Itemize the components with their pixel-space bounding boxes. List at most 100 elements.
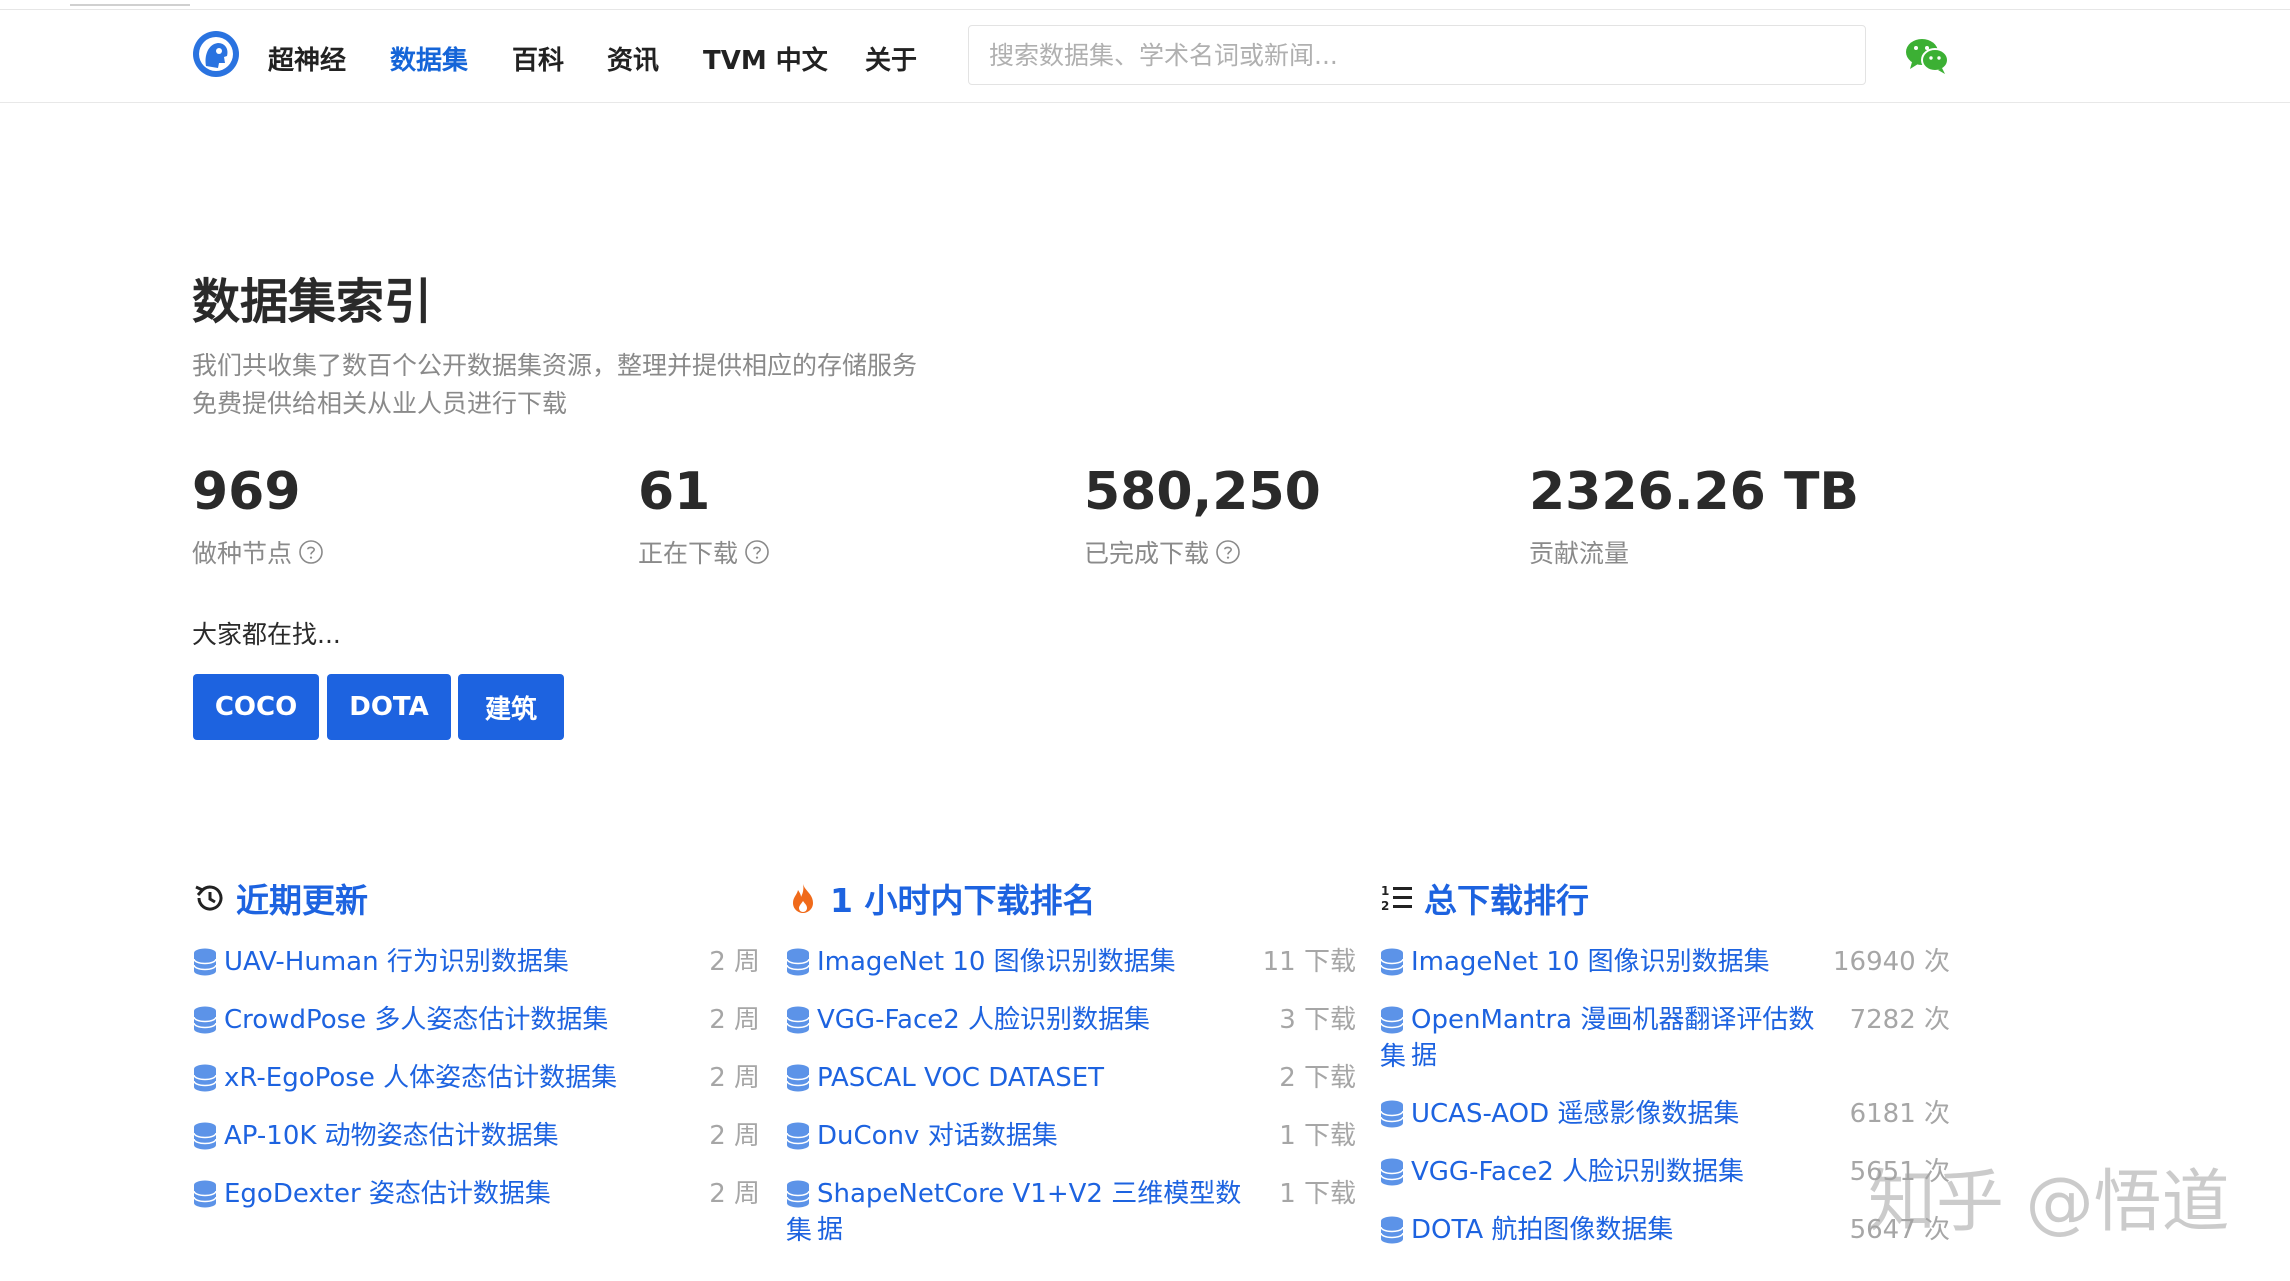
stat-traffic-label: 贡献流量	[1529, 534, 1629, 570]
item-meta: 2 周	[709, 947, 760, 977]
stat-label-text: 贡献流量	[1529, 539, 1630, 568]
page-subtitle-line-1: 我们共收集了数百个公开数据集资源，整理并提供相应的存储服务	[192, 351, 918, 380]
dataset-link[interactable]: CrowdPose 多人姿态估计数据集	[224, 1002, 608, 1038]
database-icon	[786, 1122, 810, 1150]
help-circle-icon[interactable]	[744, 539, 770, 565]
dataset-link[interactable]: EgoDexter 姿态估计数据集	[224, 1176, 551, 1212]
database-icon	[1380, 948, 1404, 976]
stat-completed-value: 580,250	[1084, 462, 1321, 522]
help-circle-icon[interactable]	[298, 539, 324, 565]
browser-top-strip	[0, 0, 2290, 10]
list-item[interactable]: UCAS-AOD 遥感影像数据集	[1380, 1096, 1840, 1132]
fire-icon	[793, 884, 813, 913]
ranking-list-icon: 12	[1381, 884, 1412, 913]
item-meta: 2 周	[709, 1121, 760, 1151]
page-subtitle-line-2: 免费提供给相关从业人员进行下载	[192, 389, 568, 418]
nav-item-wiki[interactable]: 百科	[512, 40, 564, 77]
list-item[interactable]: AP-10K 动物姿态估计数据集	[193, 1118, 643, 1154]
wechat-icon[interactable]	[1904, 36, 1950, 76]
list-item[interactable]: DuConv 对话数据集	[786, 1118, 1256, 1154]
database-icon	[193, 1064, 217, 1092]
hyperai-logo-icon[interactable]	[192, 30, 240, 78]
list-item[interactable]: UAV-Human 行为识别数据集	[193, 944, 643, 980]
list-item-wrap[interactable]: 集	[1380, 1039, 1840, 1075]
database-icon	[786, 1180, 810, 1208]
stat-traffic-value: 2326.26 TB	[1529, 462, 1860, 522]
section-title-text: 近期更新	[236, 881, 368, 920]
list-item[interactable]: EgoDexter 姿态估计数据集	[193, 1176, 643, 1212]
list-item[interactable]: CrowdPose 多人姿态估计数据集	[193, 1002, 643, 1038]
dataset-link[interactable]: UAV-Human 行为识别数据集	[224, 944, 569, 980]
dataset-link[interactable]: DOTA 航拍图像数据集	[1411, 1212, 1673, 1248]
stat-label-text: 正在下载	[638, 539, 739, 568]
section-title-hourly: 1 小时内下载排名	[786, 874, 1095, 922]
dataset-link[interactable]: DuConv 对话数据集	[817, 1118, 1058, 1154]
list-item[interactable]: ImageNet 10 图像识别数据集	[1380, 944, 1840, 980]
dataset-link-continued[interactable]: 集	[1380, 1039, 1406, 1075]
section-title-total: 12 总下载排行	[1380, 874, 1589, 922]
item-meta: 6181 次	[1849, 1099, 1950, 1129]
list-item[interactable]: DOTA 航拍图像数据集	[1380, 1212, 1840, 1248]
stat-label-text: 做种节点	[192, 539, 293, 568]
page-title: 数据集索引	[192, 274, 433, 330]
item-meta: 2 周	[709, 1005, 760, 1035]
item-meta: 11 下载	[1262, 947, 1356, 977]
database-icon	[786, 1006, 810, 1034]
database-icon	[1380, 1158, 1404, 1186]
database-icon	[193, 1006, 217, 1034]
tab-stub	[70, 0, 190, 6]
database-icon	[1380, 1006, 1404, 1034]
item-meta: 2 下载	[1279, 1063, 1356, 1093]
database-icon	[1380, 1100, 1404, 1128]
list-item[interactable]: VGG-Face2 人脸识别数据集	[786, 1002, 1256, 1038]
stat-completed-label: 已完成下载	[1084, 534, 1241, 570]
list-item[interactable]: VGG-Face2 人脸识别数据集	[1380, 1154, 1840, 1190]
stat-seeds-label: 做种节点	[192, 534, 324, 570]
database-icon	[1380, 1216, 1404, 1244]
section-title-text: 总下载排行	[1424, 881, 1589, 920]
dataset-link[interactable]: xR-EgoPose 人体姿态估计数据集	[224, 1060, 617, 1096]
dataset-link-continued[interactable]: 集	[786, 1213, 812, 1249]
dataset-link[interactable]: VGG-Face2 人脸识别数据集	[817, 1002, 1150, 1038]
nav-item-datasets[interactable]: 数据集	[390, 40, 468, 77]
item-meta: 7282 次	[1849, 1005, 1950, 1035]
list-item[interactable]: ImageNet 10 图像识别数据集	[786, 944, 1256, 980]
history-icon	[195, 885, 223, 911]
item-meta: 16940 次	[1833, 947, 1950, 977]
nav-item-news[interactable]: 资讯	[607, 40, 659, 77]
dataset-link[interactable]: ImageNet 10 图像识别数据集	[1411, 944, 1770, 980]
svg-text:1: 1	[1381, 884, 1389, 898]
item-meta: 1 下载	[1279, 1179, 1356, 1209]
dataset-link[interactable]: AP-10K 动物姿态估计数据集	[224, 1118, 559, 1154]
nav-item-tvm[interactable]: TVM 中文	[703, 40, 828, 77]
database-icon	[193, 1122, 217, 1150]
item-meta: 3 下载	[1279, 1005, 1356, 1035]
stat-downloading-label: 正在下载	[638, 534, 770, 570]
dataset-link[interactable]: VGG-Face2 人脸识别数据集	[1411, 1154, 1744, 1190]
list-item-wrap[interactable]: 集	[786, 1213, 1256, 1249]
stat-seeds-value: 969	[192, 462, 301, 522]
search-input[interactable]	[968, 25, 1866, 85]
dataset-link[interactable]: PASCAL VOC DATASET	[817, 1060, 1104, 1096]
database-icon	[193, 948, 217, 976]
stat-downloading-value: 61	[638, 462, 711, 522]
tag-button-coco[interactable]: COCO	[193, 674, 319, 740]
dataset-link[interactable]: ImageNet 10 图像识别数据集	[817, 944, 1176, 980]
watermark: 知乎 @悟道	[1868, 1163, 2230, 1242]
list-item[interactable]: PASCAL VOC DATASET	[786, 1060, 1256, 1096]
stat-label-text: 已完成下载	[1084, 539, 1210, 568]
section-title-text: 1 小时内下载排名	[830, 881, 1096, 920]
item-meta: 1 下载	[1279, 1121, 1356, 1151]
item-meta: 2 周	[709, 1063, 760, 1093]
nav-item-about[interactable]: 关于	[865, 40, 917, 77]
database-icon	[786, 1064, 810, 1092]
list-item[interactable]: xR-EgoPose 人体姿态估计数据集	[193, 1060, 643, 1096]
dataset-link[interactable]: UCAS-AOD 遥感影像数据集	[1411, 1096, 1739, 1132]
item-meta: 2 周	[709, 1179, 760, 1209]
tag-button-building[interactable]: 建筑	[458, 674, 564, 740]
tag-button-dota[interactable]: DOTA	[327, 674, 451, 740]
nav-item-hyperai[interactable]: 超神经	[268, 40, 346, 77]
database-icon	[786, 948, 810, 976]
popular-searches-label: 大家都在找...	[192, 620, 341, 649]
help-circle-icon[interactable]	[1215, 539, 1241, 565]
